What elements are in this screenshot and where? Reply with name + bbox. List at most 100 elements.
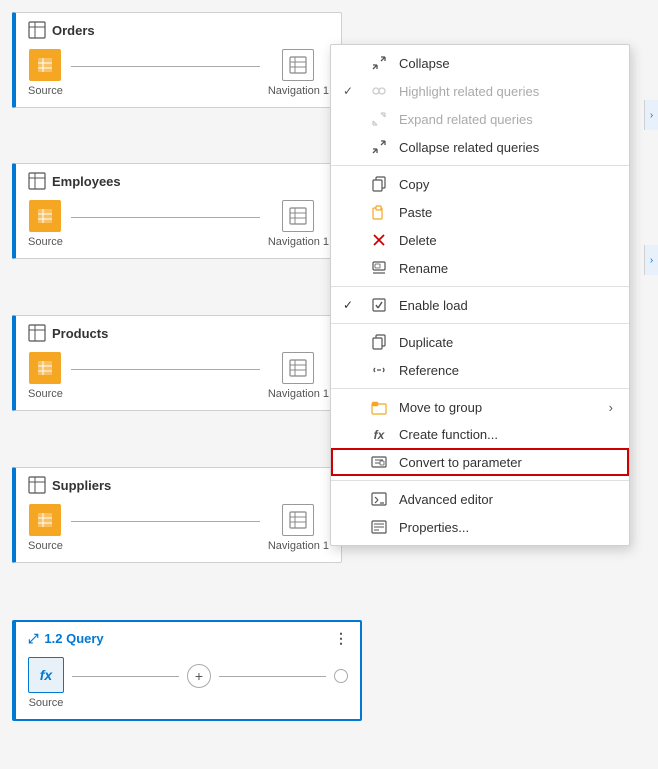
menu-item-advanced-editor[interactable]: Advanced editor [331, 485, 629, 513]
menu-item-collapse[interactable]: Collapse [331, 49, 629, 77]
menu-label-paste: Paste [399, 205, 432, 220]
menu-item-reference[interactable]: Reference [331, 356, 629, 384]
scroll-indicator-right2: › [644, 245, 658, 275]
connector4 [71, 521, 260, 522]
orders-card: Orders Source [12, 12, 342, 108]
source-icon [29, 49, 61, 81]
plus-icon[interactable]: + [187, 664, 211, 688]
menu-item-copy[interactable]: Copy [331, 170, 629, 198]
employees-source-label: Source [28, 236, 63, 248]
connector2 [71, 217, 260, 218]
properties-icon [369, 519, 389, 535]
query-title: ⤢ 1.2 Query ⋮ [28, 630, 348, 647]
advanced-icon [369, 491, 389, 507]
products-source-node: Source [28, 352, 63, 400]
menu-item-enable-load[interactable]: ✓ Enable load [331, 291, 629, 319]
menu-item-delete[interactable]: Delete [331, 226, 629, 254]
reference-icon [369, 362, 389, 378]
divider-1 [331, 165, 629, 166]
employees-nav-label: Navigation 1 [268, 236, 329, 248]
menu-item-properties[interactable]: Properties... [331, 513, 629, 541]
context-menu: Collapse ✓ Highlight related queries [330, 44, 630, 546]
menu-label-expand: Expand related queries [399, 112, 533, 127]
suppliers-source-node: Source [28, 504, 63, 552]
fx-icon: fx [28, 657, 64, 693]
menu-label-highlight: Highlight related queries [399, 84, 539, 99]
suppliers-body: Source Navigation 1 [28, 504, 329, 552]
menu-label-delete: Delete [399, 233, 437, 248]
copy-icon [369, 176, 389, 192]
connector3 [71, 369, 260, 370]
menu-label-create-function: Create function... [399, 427, 498, 442]
suppliers-title: Suppliers [28, 476, 329, 494]
menu-item-rename[interactable]: Rename [331, 254, 629, 282]
scroll-indicator-right: › [644, 100, 658, 130]
nav-svg [289, 56, 307, 74]
products-nav-node: Navigation 1 [268, 352, 329, 400]
menu-item-expand[interactable]: Expand related queries [331, 105, 629, 133]
employees-source-icon [29, 200, 61, 232]
suppliers-table-icon [28, 476, 46, 494]
enable-icon [369, 297, 389, 313]
products-nav-label: Navigation 1 [268, 388, 329, 400]
suppliers-nav-icon [282, 504, 314, 536]
suppliers-nav-node: Navigation 1 [268, 504, 329, 552]
table-title-icon [28, 21, 46, 39]
menu-item-convert-to-parameter[interactable]: Convert to parameter [331, 448, 629, 476]
employees-table-icon [28, 172, 46, 190]
orders-source-node: Source [28, 49, 63, 97]
collapse-related-icon [369, 139, 389, 155]
menu-label-enable-load: Enable load [399, 298, 468, 313]
products-source-icon [29, 352, 61, 384]
menu-label-duplicate: Duplicate [399, 335, 453, 350]
menu-item-collapse-related[interactable]: Collapse related queries [331, 133, 629, 161]
divider-5 [331, 480, 629, 481]
expand-icon [369, 111, 389, 127]
employees-title: Employees [28, 172, 329, 190]
rename-icon [369, 260, 389, 276]
menu-label-advanced-editor: Advanced editor [399, 492, 493, 507]
menu-label-collapse: Collapse [399, 56, 450, 71]
menu-item-paste[interactable]: Paste [331, 198, 629, 226]
suppliers-card: Suppliers Source [12, 467, 342, 563]
query-source-label: Source [29, 697, 64, 709]
products-nav-icon [282, 352, 314, 384]
highlight-icon [369, 83, 389, 99]
query-source-node: fx Source [28, 657, 64, 709]
products-title: Products [28, 324, 329, 342]
employees-nav-node: Navigation 1 [268, 200, 329, 248]
query-card: ⤢ 1.2 Query ⋮ fx Source + [12, 620, 362, 721]
menu-item-create-function[interactable]: fx Create function... [331, 421, 629, 448]
query-body: fx Source + [28, 657, 348, 709]
menu-item-duplicate[interactable]: Duplicate [331, 328, 629, 356]
menu-item-highlight[interactable]: ✓ Highlight related queries [331, 77, 629, 105]
paste-icon [369, 204, 389, 220]
source-svg [36, 56, 54, 74]
duplicate-icon [369, 334, 389, 350]
divider-4 [331, 388, 629, 389]
arrow-move-to-group: › [609, 400, 613, 415]
canvas: Orders Source [0, 0, 658, 769]
orders-nav-node: Navigation 1 [268, 49, 329, 97]
employees-body: Source Navigation 1 [28, 200, 329, 248]
orders-source-label: Source [28, 85, 63, 97]
menu-item-move-to-group[interactable]: Move to group › [331, 393, 629, 421]
divider-2 [331, 286, 629, 287]
convert-icon [369, 454, 389, 470]
menu-label-properties: Properties... [399, 520, 469, 535]
suppliers-source-icon [29, 504, 61, 536]
menu-label-collapse-related: Collapse related queries [399, 140, 539, 155]
employees-source-node: Source [28, 200, 63, 248]
menu-label-move-to-group: Move to group [399, 400, 482, 415]
orders-body: Source Navigation 1 [28, 49, 329, 97]
products-card: Products Source [12, 315, 342, 411]
menu-label-rename: Rename [399, 261, 448, 276]
products-table-icon [28, 324, 46, 342]
query-expand-icon: ⤢ [28, 631, 38, 647]
query-dots-icon: ⋮ [334, 630, 348, 647]
employees-nav-icon [282, 200, 314, 232]
orders-title: Orders [28, 21, 329, 39]
suppliers-source-label: Source [28, 540, 63, 552]
check-highlight: ✓ [343, 84, 359, 98]
circle-endpoint [334, 669, 348, 683]
